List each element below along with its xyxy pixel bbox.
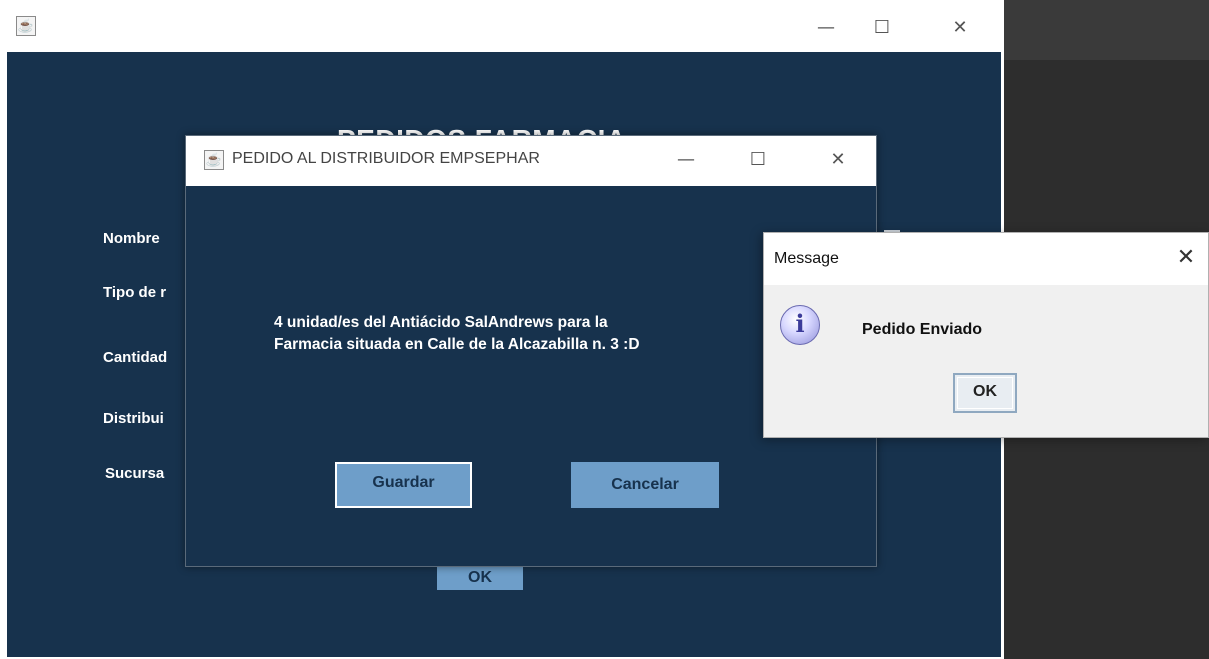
cantidad-label: Cantidad — [103, 349, 168, 366]
java-icon: ☕ — [204, 150, 224, 170]
maximize-icon[interactable]: ☐ — [738, 145, 778, 175]
message-titlebar[interactable]: Message ✕ — [764, 233, 1208, 285]
guardar-button[interactable]: Guardar — [335, 462, 472, 508]
close-icon[interactable]: ✕ — [1168, 243, 1204, 273]
minimize-icon[interactable]: — — [666, 145, 706, 175]
pedido-message-line-1: 4 unidad/es del Antiácido SalAndrews par… — [274, 314, 608, 331]
close-icon[interactable]: ✕ — [818, 145, 858, 175]
distribuidor-label: Distribui — [103, 410, 164, 427]
tipo-label: Tipo de r — [103, 284, 167, 301]
message-dialog-title: Message — [774, 250, 839, 267]
java-icon: ☕ — [16, 16, 36, 36]
pedido-titlebar[interactable]: ☕ PEDIDO AL DISTRIBUIDOR EMPSEPHAR — ☐ ✕ — [186, 136, 876, 186]
close-icon[interactable]: ✕ — [940, 13, 980, 43]
message-dialog: Message ✕ i Pedido Enviado OK — [763, 232, 1209, 438]
pedido-dialog-title: PEDIDO AL DISTRIBUIDOR EMPSEPHAR — [232, 150, 540, 167]
background-window-bar — [1004, 0, 1209, 60]
cancelar-button[interactable]: Cancelar — [571, 462, 719, 508]
minimize-icon[interactable]: — — [806, 13, 846, 43]
pedido-message: 4 unidad/es del Antiácido SalAndrews par… — [274, 312, 754, 356]
nombre-label: Nombre — [103, 230, 160, 247]
info-icon: i — [780, 305, 820, 345]
pedido-message-line-2: Farmacia situada en Calle de la Alcazabi… — [274, 336, 640, 353]
maximize-icon[interactable]: ☐ — [862, 13, 902, 43]
message-ok-button[interactable]: OK — [953, 373, 1017, 413]
message-text: Pedido Enviado — [862, 321, 983, 338]
main-titlebar[interactable]: ☕ — ☐ ✕ — [0, 0, 1004, 52]
sucursal-label: Sucursa — [105, 465, 165, 482]
